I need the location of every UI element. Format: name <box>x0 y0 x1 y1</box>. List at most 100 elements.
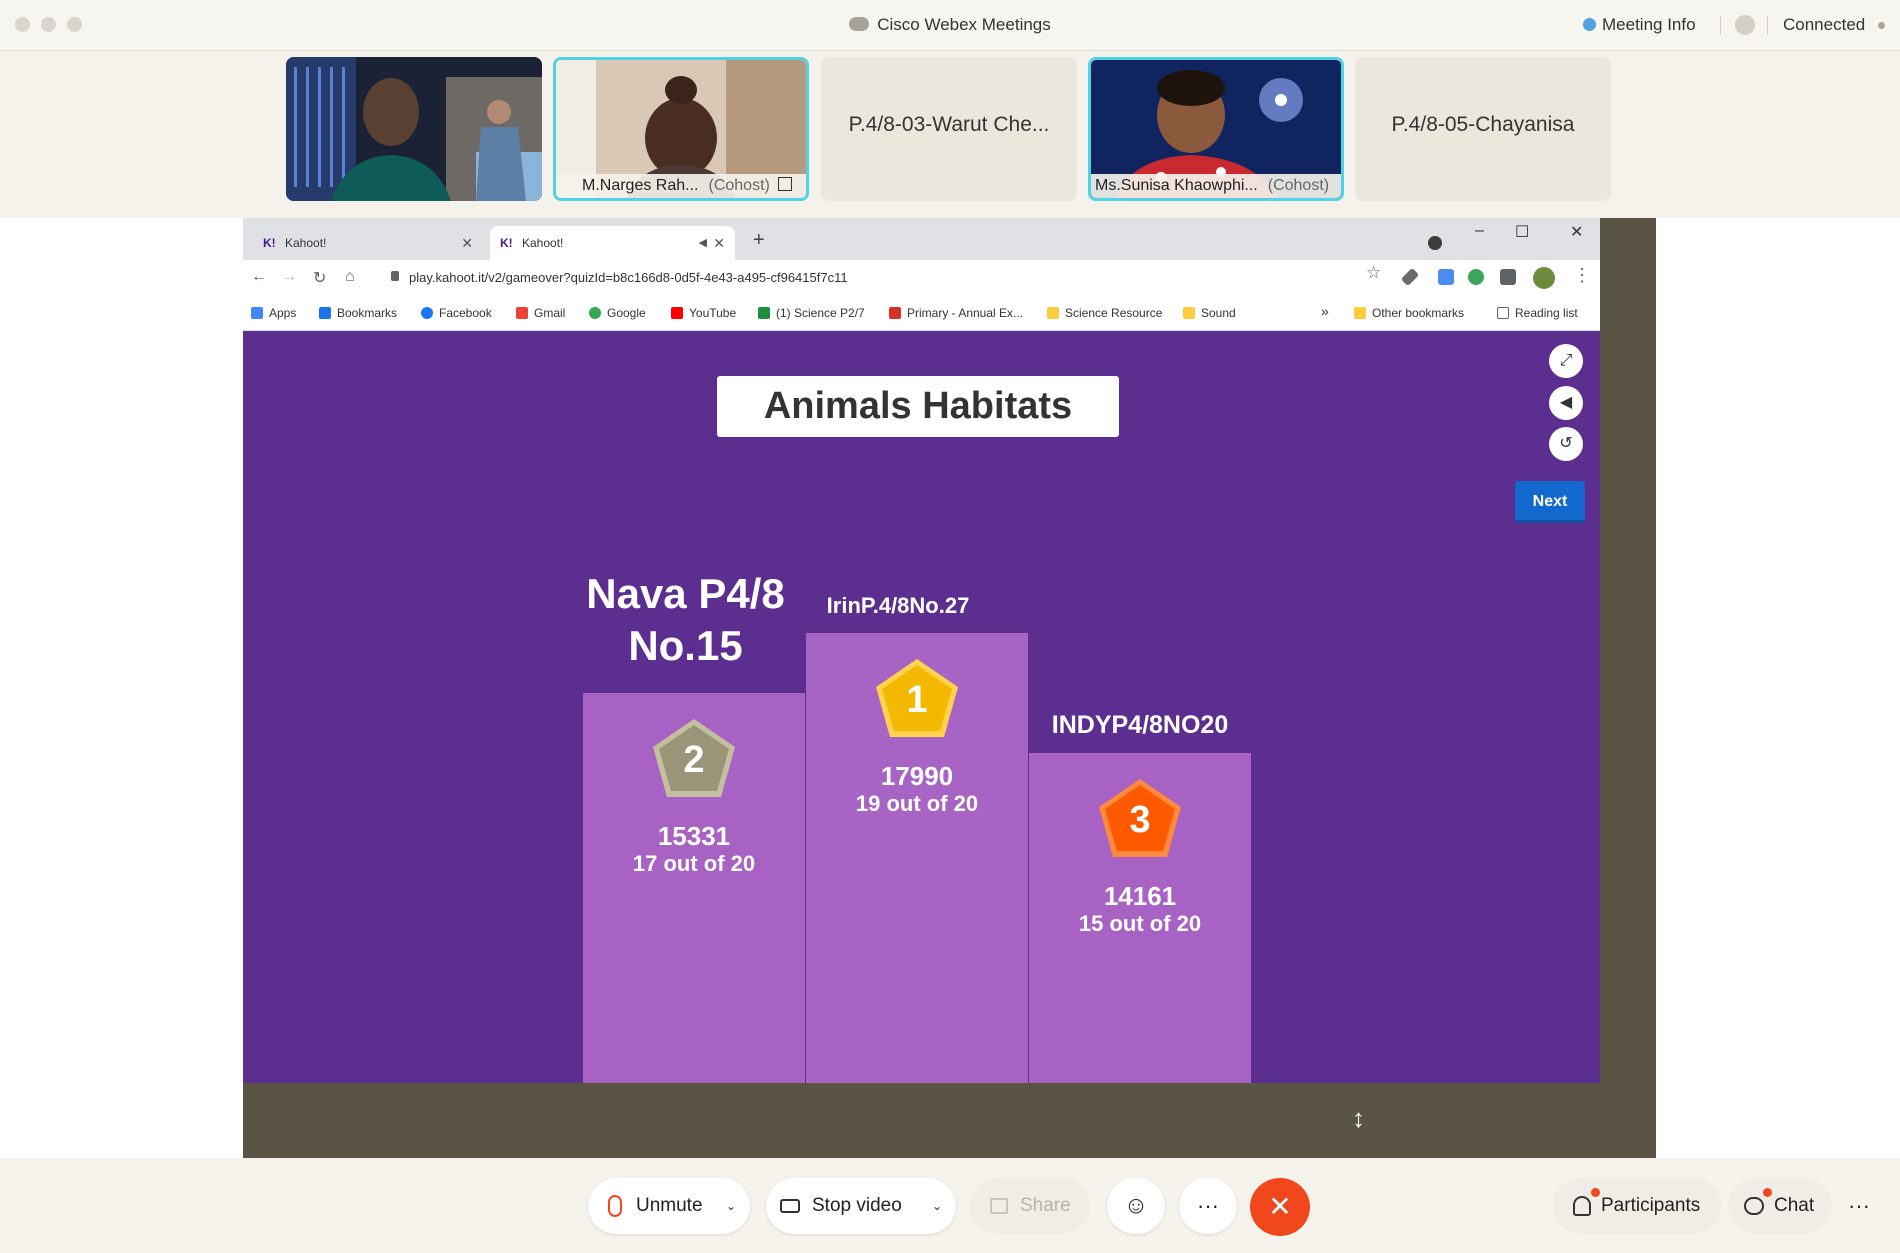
speaker-muted-icon[interactable]: ◀ <box>699 226 707 260</box>
participants-button[interactable]: Participants <box>1553 1178 1721 1234</box>
chat-button[interactable]: Chat <box>1728 1178 1832 1234</box>
more-options-button[interactable]: ··· <box>1179 1178 1237 1234</box>
participant-caption: M.Narges Rah... (Cohost) <box>556 174 806 198</box>
bookmark-item[interactable]: Other bookmarks <box>1354 306 1464 320</box>
folder-icon <box>1047 307 1059 319</box>
participant-caption: Ms.Sunisa Khaowphi... (Cohost) <box>1091 174 1341 198</box>
bookmark-item[interactable]: Gmail <box>516 306 565 320</box>
participant-tile[interactable]: P.4/8-03-Warut Che... <box>821 57 1077 201</box>
bookmark-item[interactable]: Facebook <box>421 306 492 320</box>
extension-icon[interactable] <box>1438 269 1454 285</box>
fullscreen-icon[interactable]: ⤢ <box>1549 344 1583 378</box>
podium-1: 1 17990 19 out of 20 <box>806 633 1028 1083</box>
lock-icon <box>391 271 399 281</box>
podium-1-correct: 19 out of 20 <box>855 791 979 816</box>
back-icon[interactable]: ← <box>251 268 267 286</box>
podium-3-player-name: INDYP4/8NO20 <box>1051 711 1229 739</box>
bookmark-star-icon[interactable]: ☆ <box>1366 263 1381 283</box>
recording-icon[interactable] <box>1735 15 1755 35</box>
maximize-icon[interactable]: ☐ <box>1515 222 1529 242</box>
profile-avatar[interactable] <box>1533 267 1555 289</box>
share-screen-icon <box>990 1197 1008 1214</box>
folder-icon <box>1354 307 1366 319</box>
facebook-icon <box>421 307 433 319</box>
participant-name: P.4/8-03-Warut Che... <box>848 113 1050 136</box>
bookmarks-overflow-button[interactable]: » <box>1321 303 1329 319</box>
home-icon[interactable]: ⌂ <box>345 268 355 286</box>
close-tab-icon[interactable]: ✕ <box>461 226 473 260</box>
podium-2-correct: 17 out of 20 <box>632 851 756 876</box>
reactions-button[interactable]: ☺ <box>1107 1178 1165 1234</box>
ellipsis-icon: ··· <box>1848 1193 1870 1218</box>
meeting-info-button[interactable]: Meeting Info <box>1583 15 1696 35</box>
connection-status: Connected <box>1783 15 1866 34</box>
bookmark-item[interactable]: Apps <box>251 306 296 320</box>
bookmark-item[interactable]: Sound <box>1183 306 1236 320</box>
info-shield-icon <box>1583 18 1596 31</box>
video-camera-icon <box>780 1198 800 1213</box>
more-menu-icon[interactable]: ⋮ <box>1573 265 1591 286</box>
apps-grid-icon <box>251 307 263 319</box>
stop-video-button[interactable]: Stop video ⌄ <box>766 1178 956 1234</box>
rank-1-medal-icon: 1 <box>872 657 962 741</box>
video-tile-active-speaker[interactable]: Ms.Sunisa Khaowphi... (Cohost) <box>1088 57 1344 201</box>
quiz-title: Animals Habitats <box>717 376 1119 437</box>
bookmark-item[interactable]: Science Resource <box>1047 306 1162 320</box>
sharing-icon <box>777 177 792 191</box>
video-tile[interactable] <box>286 57 542 201</box>
bookmark-item[interactable]: (1) Science P2/7 <box>758 306 865 320</box>
address-bar[interactable]: play.kahoot.it/v2/gameover?quizId=b8c166… <box>383 264 1423 292</box>
title-bar: Cisco Webex Meetings Meeting Info Connec… <box>0 0 1900 51</box>
kahoot-favicon-icon: K! <box>263 236 276 250</box>
rank-3-medal-icon: 3 <box>1095 777 1185 861</box>
bookmark-item[interactable]: Google <box>589 306 646 320</box>
share-button[interactable]: Share <box>970 1178 1090 1234</box>
forward-icon[interactable]: → <box>281 268 297 286</box>
kahoot-favicon-icon: K! <box>500 236 513 250</box>
close-icon: ✕ <box>1268 1191 1292 1222</box>
muted-mic-icon <box>608 1194 622 1217</box>
browser-tab-active[interactable]: K! Kahoot! ◀ ✕ <box>490 226 735 260</box>
resize-cursor-icon: ↕ <box>1352 1103 1365 1133</box>
unmute-button[interactable]: Unmute ⌄ <box>588 1178 750 1234</box>
grammar-extension-icon[interactable] <box>1468 269 1484 285</box>
next-button[interactable]: Next <box>1515 481 1585 523</box>
reload-icon[interactable]: ↻ <box>313 268 326 288</box>
podium-1-score: 17990 <box>880 761 954 791</box>
video-tile-active-speaker[interactable]: M.Narges Rah... (Cohost) <box>553 57 809 201</box>
podium-2: 2 15331 17 out of 20 <box>583 693 805 1083</box>
bookmark-item[interactable]: YouTube <box>671 306 736 320</box>
chat-bubble-icon <box>1744 1196 1764 1215</box>
participant-tile[interactable]: P.4/8-05-Chayanisa <box>1355 57 1611 201</box>
stage-background <box>1656 218 1900 1158</box>
browser-toolbar: ← → ↻ ⌂ play.kahoot.it/v2/gameover?quizI… <box>243 260 1600 296</box>
podium-3-score: 14161 <box>1103 881 1177 911</box>
puzzle-icon[interactable] <box>1500 269 1516 285</box>
minimize-icon[interactable]: – <box>1475 222 1484 240</box>
webex-logo-icon <box>849 17 870 31</box>
bookmark-item[interactable]: Bookmarks <box>319 306 397 320</box>
bookmarks-bar: Apps Bookmarks Facebook Gmail Google You… <box>243 296 1600 331</box>
podium-2-score: 15331 <box>657 821 731 851</box>
svg-text:2: 2 <box>683 739 704 781</box>
youtube-icon <box>671 307 683 319</box>
bookmark-item[interactable]: Primary - Annual Ex... <box>889 306 1023 320</box>
volume-icon[interactable]: ◀ <box>1549 386 1583 420</box>
close-tab-icon[interactable]: ✕ <box>713 226 725 260</box>
url-text: play.kahoot.it/v2/gameover?quizId=b8c166… <box>409 270 848 285</box>
restart-icon[interactable]: ↺ <box>1549 427 1583 461</box>
browser-tab[interactable]: K! Kahoot! ✕ <box>253 226 483 260</box>
close-icon[interactable]: ✕ <box>1570 222 1583 242</box>
reading-list-button[interactable]: Reading list <box>1497 306 1578 320</box>
tab-search-icon[interactable] <box>1428 236 1442 250</box>
status-dot-icon <box>1878 22 1885 29</box>
new-tab-icon[interactable]: + <box>753 230 765 250</box>
participant-video <box>286 57 542 201</box>
divider <box>1767 16 1768 34</box>
more-panels-button[interactable]: ··· <box>1835 1178 1883 1234</box>
chevron-down-icon[interactable]: ⌄ <box>932 1178 942 1234</box>
svg-text:1: 1 <box>906 679 927 721</box>
chat-notification-badge <box>1763 1188 1772 1197</box>
leave-meeting-button[interactable]: ✕ <box>1250 1178 1310 1236</box>
chevron-down-icon[interactable]: ⌄ <box>726 1178 736 1234</box>
